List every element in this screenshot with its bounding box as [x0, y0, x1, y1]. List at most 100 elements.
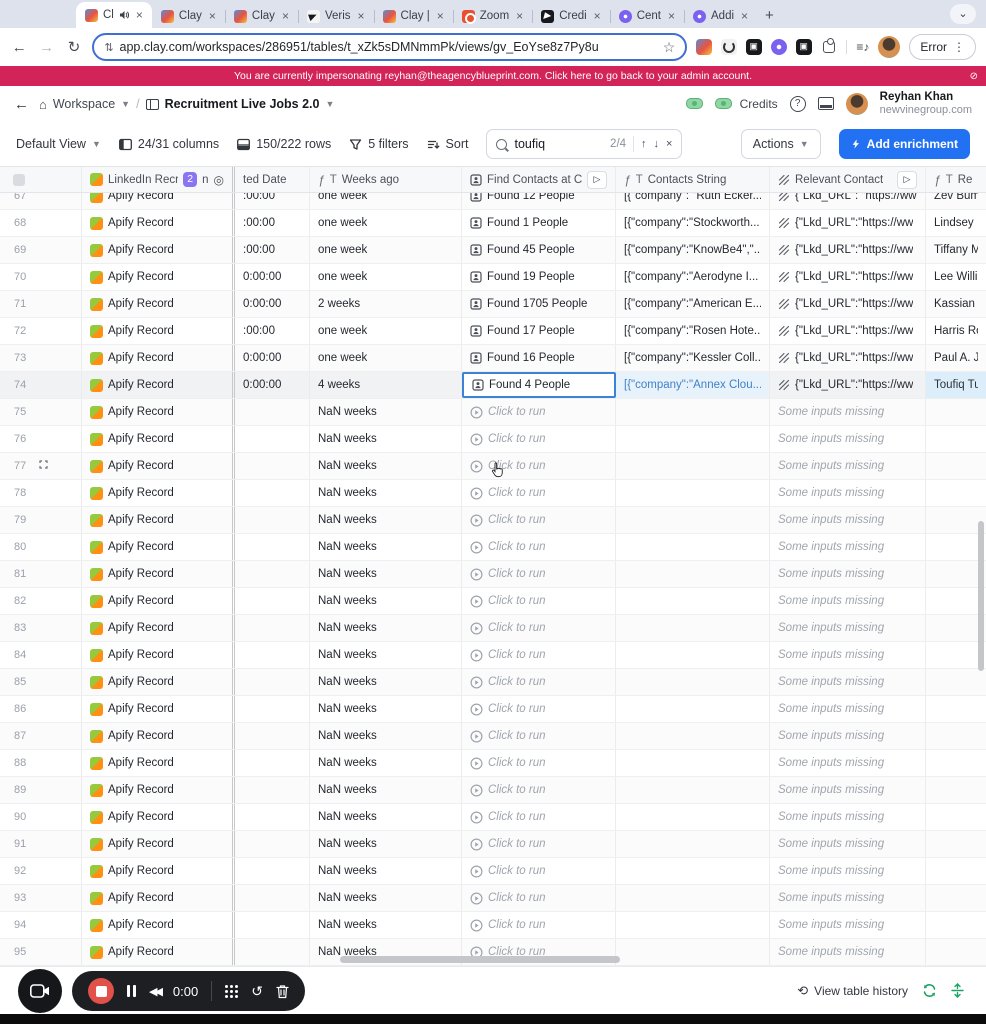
media-controls-icon[interactable]: ≡♪	[846, 40, 869, 54]
run-play-icon[interactable]	[470, 729, 483, 743]
contacts-string-cell[interactable]	[616, 507, 770, 533]
posted-date-cell[interactable]: :00:00	[235, 210, 310, 236]
record-cell[interactable]: Apify Record	[82, 804, 235, 830]
site-settings-icon[interactable]: ⇅	[104, 41, 113, 54]
relevant-name-cell[interactable]	[926, 939, 986, 965]
find-contacts-cell[interactable]: Click to run	[462, 399, 616, 425]
contacts-string-cell[interactable]	[616, 777, 770, 803]
extension-icon[interactable]	[746, 39, 763, 55]
posted-date-cell[interactable]	[235, 561, 310, 587]
run-play-icon[interactable]	[470, 918, 483, 932]
run-play-icon[interactable]	[470, 459, 483, 473]
extensions-puzzle-icon[interactable]	[821, 38, 837, 55]
column-header-posted-date[interactable]: ted Date	[235, 167, 310, 192]
column-header-weeks-ago[interactable]: ƒ T Weeks ago	[310, 167, 462, 192]
run-play-icon[interactable]	[470, 513, 483, 527]
row-number-cell[interactable]: 77	[0, 453, 82, 479]
weeks-ago-cell[interactable]: one week	[310, 193, 462, 209]
relevant-contact-cell[interactable]: Some inputs missing	[770, 588, 926, 614]
relevant-contact-cell[interactable]: {"Lkd_URL":"https://ww	[770, 237, 926, 263]
find-contacts-cell[interactable]: Click to run	[462, 804, 616, 830]
weeks-ago-cell[interactable]: NaN weeks	[310, 480, 462, 506]
browser-tab[interactable]: Addi ×	[684, 4, 757, 28]
posted-date-cell[interactable]	[235, 723, 310, 749]
run-play-icon[interactable]	[470, 837, 483, 851]
row-number-cell[interactable]: 86	[0, 696, 82, 722]
new-tab-button[interactable]: +	[765, 7, 774, 24]
add-enrichment-button[interactable]: Add enrichment	[838, 129, 970, 159]
contacts-string-cell[interactable]: [{"company":"Aerodyne I...	[616, 264, 770, 290]
relevant-name-cell[interactable]	[926, 885, 986, 911]
row-number-cell[interactable]: 93	[0, 885, 82, 911]
weeks-ago-cell[interactable]: NaN weeks	[310, 858, 462, 884]
table-name[interactable]: Recruitment Live Jobs 2.0	[165, 97, 320, 111]
tab-close-icon[interactable]: ×	[668, 9, 675, 23]
contacts-string-cell[interactable]	[616, 723, 770, 749]
contacts-string-cell[interactable]	[616, 912, 770, 938]
run-column-button[interactable]: ▷	[587, 170, 607, 189]
weeks-ago-cell[interactable]: NaN weeks	[310, 588, 462, 614]
relevant-contact-cell[interactable]: Some inputs missing	[770, 723, 926, 749]
contacts-string-cell[interactable]: [{"company":"Annex Clou...	[616, 372, 770, 398]
row-number-cell[interactable]: 85	[0, 669, 82, 695]
record-cell[interactable]: Apify Record	[82, 264, 235, 290]
contacts-string-cell[interactable]	[616, 615, 770, 641]
forward-button[interactable]: →	[37, 39, 55, 56]
stop-recording-button[interactable]	[88, 978, 114, 1004]
weeks-ago-cell[interactable]: 4 weeks	[310, 372, 462, 398]
pause-button[interactable]	[127, 985, 136, 997]
record-cell[interactable]: Apify Record	[82, 669, 235, 695]
find-contacts-cell[interactable]: Click to run	[462, 642, 616, 668]
contacts-string-cell[interactable]	[616, 696, 770, 722]
find-contacts-cell[interactable]: Click to run	[462, 588, 616, 614]
record-cell[interactable]: Apify Record	[82, 210, 235, 236]
relevant-name-cell[interactable]: Kassian	[926, 291, 986, 317]
record-cell[interactable]: Apify Record	[82, 507, 235, 533]
relevant-name-cell[interactable]: Zev Bum	[926, 193, 986, 209]
find-contacts-cell[interactable]: Found 4 People	[462, 372, 616, 398]
relevant-name-cell[interactable]	[926, 480, 986, 506]
run-play-icon[interactable]	[470, 594, 483, 608]
run-play-icon[interactable]	[470, 567, 483, 581]
relevant-contact-cell[interactable]: Some inputs missing	[770, 507, 926, 533]
browser-tab[interactable]: Clay ×	[225, 4, 299, 28]
relevant-name-cell[interactable]: Lindsey	[926, 210, 986, 236]
contacts-string-cell[interactable]	[616, 588, 770, 614]
relevant-name-cell[interactable]	[926, 777, 986, 803]
find-contacts-cell[interactable]: Found 16 People	[462, 345, 616, 371]
row-number-cell[interactable]: 69	[0, 237, 82, 263]
trash-icon[interactable]	[276, 984, 289, 999]
row-number-cell[interactable]: 80	[0, 534, 82, 560]
relevant-name-cell[interactable]: Harris Ro	[926, 318, 986, 344]
search-close-button[interactable]: ×	[666, 138, 672, 150]
weeks-ago-cell[interactable]: one week	[310, 237, 462, 263]
contacts-string-cell[interactable]	[616, 669, 770, 695]
relevant-name-cell[interactable]	[926, 804, 986, 830]
run-play-icon[interactable]	[470, 621, 483, 635]
run-play-icon[interactable]	[470, 891, 483, 905]
record-cell[interactable]: Apify Record	[82, 534, 235, 560]
weeks-ago-cell[interactable]: 2 weeks	[310, 291, 462, 317]
weeks-ago-cell[interactable]: one week	[310, 210, 462, 236]
contacts-string-cell[interactable]: [{"company": "Ruth Ecker...	[616, 193, 770, 209]
posted-date-cell[interactable]: 0:00:00	[235, 372, 310, 398]
view-selector[interactable]: Default View ▼	[16, 137, 101, 151]
rows-button[interactable]: 150/222 rows	[237, 137, 331, 151]
relevant-contact-cell[interactable]: {"Lkd_URL":"https://ww	[770, 264, 926, 290]
target-icon[interactable]: ◎	[214, 173, 224, 187]
search-next-button[interactable]: ↓	[654, 138, 660, 150]
row-number-cell[interactable]: 74	[0, 372, 82, 398]
row-height-icon[interactable]	[951, 983, 964, 998]
browser-tab[interactable]: Cl ×	[76, 2, 152, 28]
run-play-icon[interactable]	[470, 432, 483, 446]
relevant-contact-cell[interactable]: Some inputs missing	[770, 534, 926, 560]
record-cell[interactable]: Apify Record	[82, 372, 235, 398]
inbox-tray-icon[interactable]	[817, 97, 834, 111]
posted-date-cell[interactable]	[235, 696, 310, 722]
relevant-name-cell[interactable]	[926, 750, 986, 776]
tab-close-icon[interactable]: ×	[209, 9, 216, 23]
column-header-linkedin-recruiter[interactable]: LinkedIn Recruit 2 n ◎	[82, 167, 235, 192]
find-contacts-cell[interactable]: Click to run	[462, 912, 616, 938]
record-cell[interactable]: Apify Record	[82, 696, 235, 722]
record-cell[interactable]: Apify Record	[82, 291, 235, 317]
